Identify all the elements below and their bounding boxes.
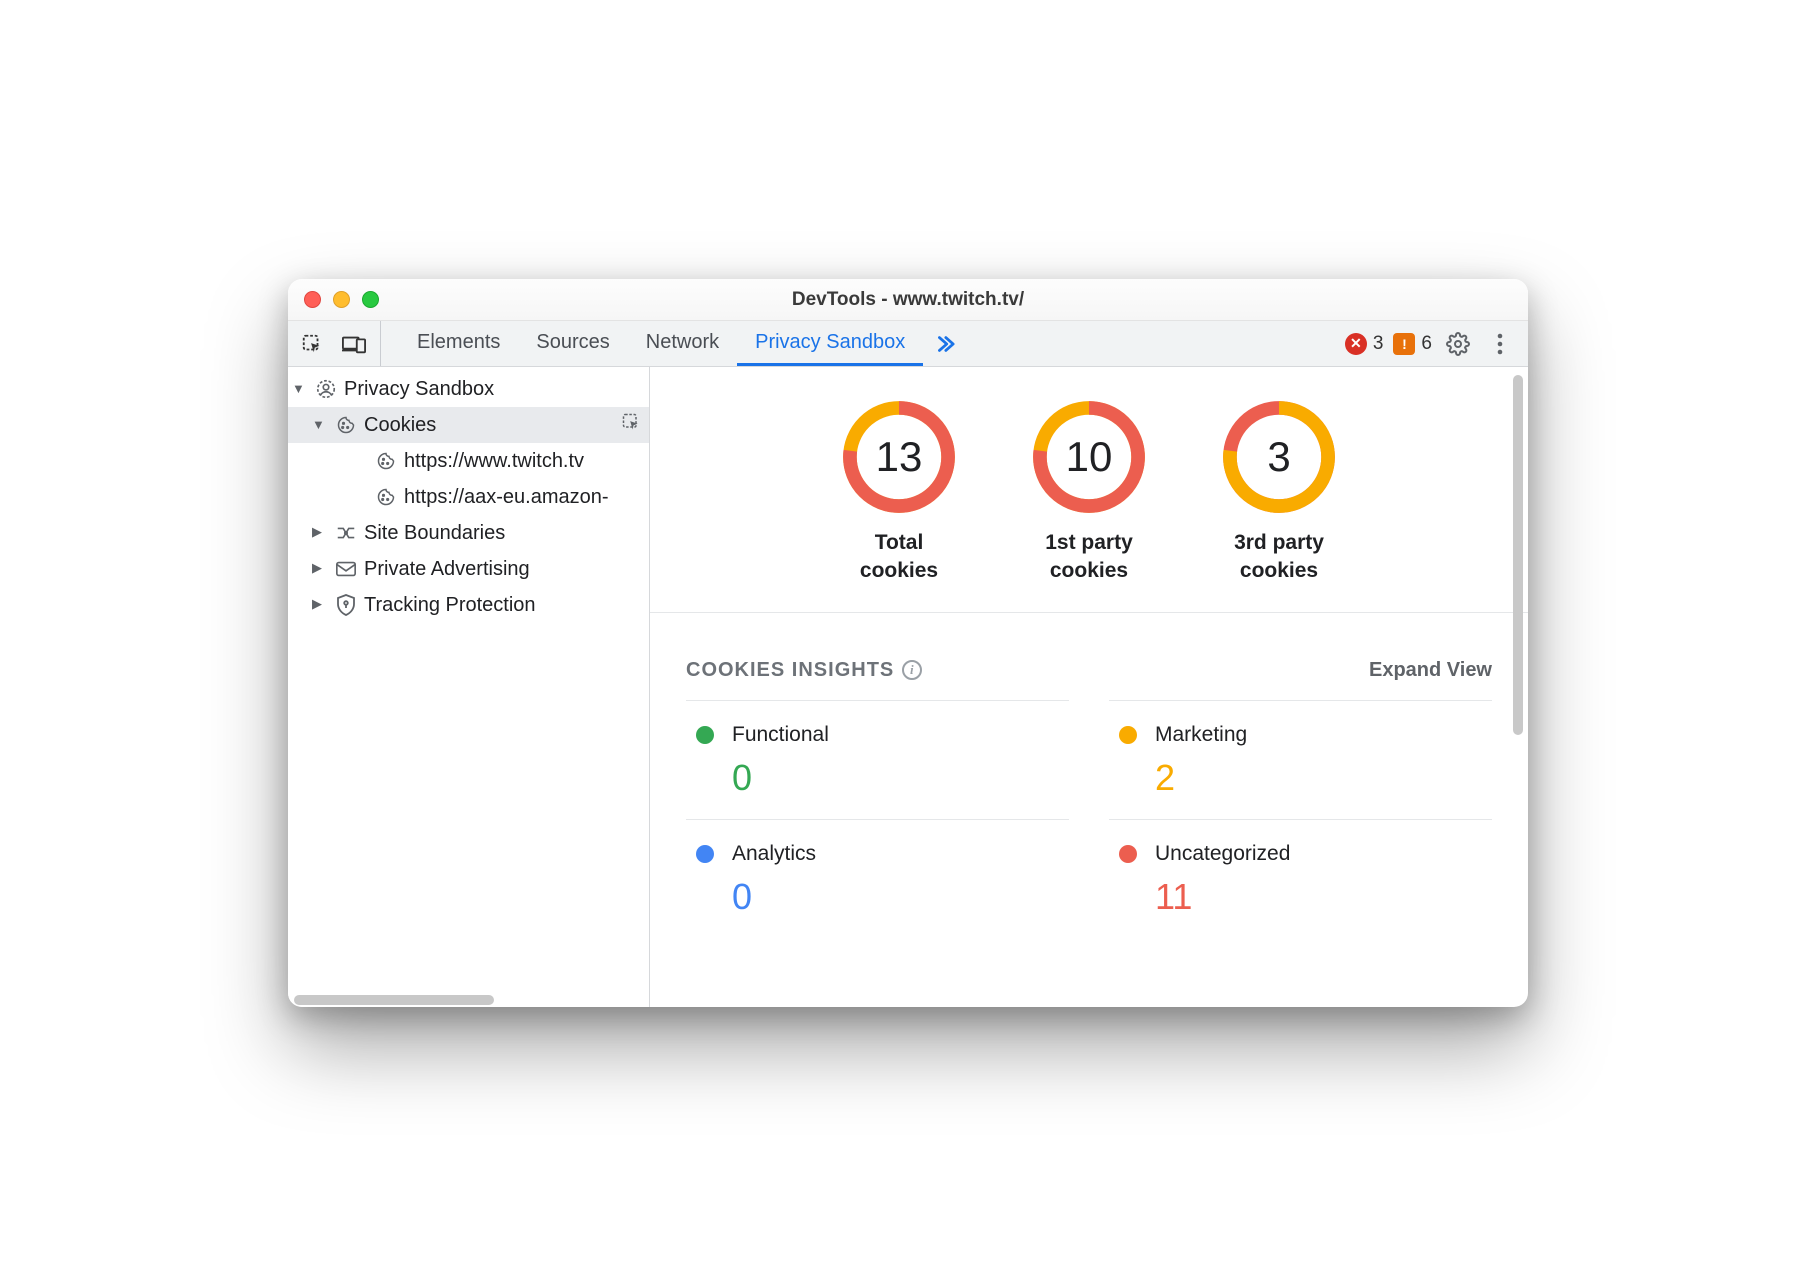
panel-tabs: Elements Sources Network Privacy Sandbox (399, 321, 965, 366)
insight-label: Functional (732, 723, 829, 747)
stat-first-party-cookies[interactable]: 10 1st partycookies (1029, 397, 1149, 586)
tab-elements[interactable]: Elements (399, 321, 518, 366)
console-errors-badge[interactable]: ✕ 3 (1345, 333, 1384, 355)
toolbar-left-group (296, 321, 381, 366)
sidebar-item-privacy-sandbox[interactable]: ▼ Privacy Sandbox (288, 371, 649, 407)
main-vertical-scrollbar[interactable] (1512, 375, 1524, 999)
cookie-stats-row: 13 Totalcookies 10 1st (650, 367, 1528, 613)
stat-label: 1st partycookies (1045, 529, 1133, 586)
sidebar-horizontal-scrollbar[interactable] (294, 993, 643, 1007)
sidebar-item-label: Tracking Protection (364, 594, 649, 617)
sidebar: ▼ Privacy Sandbox ▼ Cookies (288, 367, 650, 1007)
insights-header: COOKIES INSIGHTS i Expand View (686, 659, 1492, 682)
insight-label: Marketing (1155, 723, 1247, 747)
category-dot-icon (696, 726, 714, 744)
sidebar-item-origin[interactable]: ▶ https://aax-eu.amazon- (288, 479, 649, 515)
insight-count: 0 (732, 876, 1059, 918)
stat-value: 3 (1219, 397, 1339, 517)
insight-count: 2 (1155, 757, 1482, 799)
category-dot-icon (696, 845, 714, 863)
settings-button[interactable] (1442, 328, 1474, 360)
warnings-count: 6 (1421, 333, 1432, 355)
chevron-right-icon: ▶ (312, 596, 328, 612)
chevron-down-icon: ▼ (312, 417, 328, 432)
insight-count: 11 (1155, 876, 1482, 918)
zoom-window-button[interactable] (362, 291, 379, 308)
category-dot-icon (1119, 845, 1137, 863)
sidebar-item-origin[interactable]: ▶ https://www.twitch.tv (288, 443, 649, 479)
insight-card-marketing[interactable]: Marketing 2 (1109, 700, 1492, 819)
tab-privacy-sandbox[interactable]: Privacy Sandbox (737, 321, 923, 366)
stat-third-party-cookies[interactable]: 3 3rd partycookies (1219, 397, 1339, 586)
insight-card-uncategorized[interactable]: Uncategorized 11 (1109, 819, 1492, 938)
toolbar-right-group: ✕ 3 ! 6 (1345, 328, 1520, 360)
sidebar-item-private-advertising[interactable]: ▶ Private Advertising (288, 551, 649, 587)
tab-sources[interactable]: Sources (518, 321, 627, 366)
more-options-button[interactable] (1484, 328, 1516, 360)
category-dot-icon (1119, 726, 1137, 744)
stat-label: Totalcookies (860, 529, 938, 586)
insights-grid: Functional 0 Marketing 2 (686, 700, 1492, 938)
envelope-icon (334, 557, 358, 581)
sidebar-item-label: Site Boundaries (364, 522, 649, 545)
sidebar-tree: ▼ Privacy Sandbox ▼ Cookies (288, 367, 649, 623)
insight-card-analytics[interactable]: Analytics 0 (686, 819, 1069, 938)
sidebar-item-cookies[interactable]: ▼ Cookies (288, 407, 649, 443)
cookie-icon (374, 449, 398, 473)
sidebar-item-tracking-protection[interactable]: ▶ Tracking Protection (288, 587, 649, 623)
traffic-lights (304, 291, 379, 308)
devtools-window: DevTools - www.twitch.tv/ Elements Sourc… (288, 279, 1528, 1007)
donut-chart: 13 (839, 397, 959, 517)
cookies-insights-section: COOKIES INSIGHTS i Expand View Functiona… (650, 613, 1528, 958)
device-toolbar-icon[interactable] (338, 328, 370, 360)
info-icon[interactable]: i (902, 660, 922, 680)
privacy-sandbox-icon (314, 377, 338, 401)
shield-icon (334, 593, 358, 617)
stat-value: 10 (1029, 397, 1149, 517)
sidebar-item-label: Privacy Sandbox (344, 378, 649, 401)
inspect-icon[interactable] (621, 412, 641, 438)
donut-chart: 10 (1029, 397, 1149, 517)
insight-label: Analytics (732, 842, 816, 866)
error-icon: ✕ (1345, 333, 1367, 355)
cookie-icon (374, 485, 398, 509)
close-window-button[interactable] (304, 291, 321, 308)
sidebar-item-label: https://www.twitch.tv (404, 450, 649, 473)
stat-total-cookies[interactable]: 13 Totalcookies (839, 397, 959, 586)
more-tabs-button[interactable] (923, 333, 965, 355)
expand-view-button[interactable]: Expand View (1369, 659, 1492, 682)
warning-icon: ! (1393, 333, 1415, 355)
insight-label: Uncategorized (1155, 842, 1290, 866)
insights-title: COOKIES INSIGHTS i (686, 659, 922, 682)
window-title: DevTools - www.twitch.tv/ (302, 289, 1514, 311)
titlebar: DevTools - www.twitch.tv/ (288, 279, 1528, 321)
site-boundaries-icon (334, 521, 358, 545)
stat-label: 3rd partycookies (1234, 529, 1324, 586)
chevron-down-icon: ▼ (292, 381, 308, 396)
sidebar-item-label: Private Advertising (364, 558, 649, 581)
sidebar-item-label: https://aax-eu.amazon- (404, 486, 649, 509)
stat-value: 13 (839, 397, 959, 517)
inspect-element-icon[interactable] (296, 328, 328, 360)
main-content: 13 Totalcookies 10 1st (650, 367, 1528, 1007)
cookie-icon (334, 413, 358, 437)
devtools-toolbar: Elements Sources Network Privacy Sandbox… (288, 321, 1528, 367)
console-warnings-badge[interactable]: ! 6 (1393, 333, 1432, 355)
chevron-right-icon: ▶ (312, 560, 328, 576)
panel-body: ▼ Privacy Sandbox ▼ Cookies (288, 367, 1528, 1007)
errors-count: 3 (1373, 333, 1384, 355)
sidebar-item-label: Cookies (364, 414, 615, 437)
sidebar-item-site-boundaries[interactable]: ▶ Site Boundaries (288, 515, 649, 551)
insight-card-functional[interactable]: Functional 0 (686, 700, 1069, 819)
donut-chart: 3 (1219, 397, 1339, 517)
chevron-right-icon: ▶ (312, 524, 328, 540)
minimize-window-button[interactable] (333, 291, 350, 308)
insight-count: 0 (732, 757, 1059, 799)
tab-network[interactable]: Network (628, 321, 737, 366)
